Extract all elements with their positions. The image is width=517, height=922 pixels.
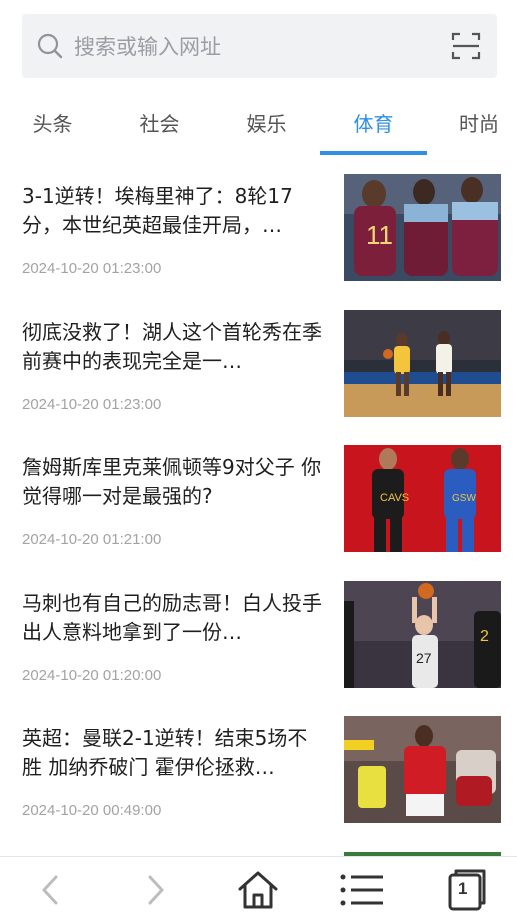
article-timestamp: 2024-10-20 01:23:00 (22, 396, 162, 413)
back-button[interactable] (28, 867, 74, 913)
article-title: 彻底没救了！湖人这个首轮秀在季前赛中的表现完全是一… (22, 320, 322, 373)
article-timestamp: 2024-10-20 01:23:00 (22, 260, 162, 277)
tab-sports[interactable]: 体育 (320, 108, 427, 137)
article-timestamp: 2024-10-20 01:21:00 (22, 531, 162, 548)
article-title: 3-1逆转！埃梅里神了：8轮17分，本世纪英超最佳开局，… (22, 184, 293, 237)
home-icon (238, 871, 278, 909)
forward-button[interactable] (132, 867, 178, 913)
list-item[interactable]: 英超：曼联2-1逆转！结束5场不胜 加纳乔破门 霍伊伦拯救… 2024-10-2… (0, 716, 517, 852)
svg-text:GSW: GSW (452, 493, 476, 504)
soccer-celebration-photo: 11 (344, 174, 501, 281)
forward-icon (148, 875, 164, 905)
list-item[interactable]: 马刺也有自己的励志哥！白人投手出人意料地拿到了一份… 2024-10-20 01… (0, 581, 517, 717)
news-feed-page: 搜索或输入网址 头条 社会 娱乐 体育 时尚 3-1逆转！埃梅里神了：8轮17分… (0, 0, 517, 922)
back-icon (42, 875, 58, 905)
article-timestamp: 2024-10-20 00:49:00 (22, 802, 162, 819)
scan-icon[interactable] (451, 31, 481, 61)
menu-button[interactable] (338, 867, 384, 913)
home-button[interactable] (235, 867, 281, 913)
list-item[interactable]: 3-1逆转！埃梅里神了：8轮17分，本世纪英超最佳开局，… 2024-10-20… (0, 174, 517, 310)
article-title: 詹姆斯库里克莱佩顿等9对父子 你觉得哪一对是最强的? (22, 455, 322, 508)
tab-society[interactable]: 社会 (106, 108, 213, 137)
tab-entertainment[interactable]: 娱乐 (213, 108, 320, 137)
basketball-game-photo (344, 310, 501, 417)
search-icon (37, 33, 63, 59)
tab-count: 1 (458, 879, 468, 898)
basketball-players-red-background-photo: CAVS GSW (344, 445, 501, 552)
tabs-button[interactable]: 1 (444, 867, 490, 913)
svg-text:11: 11 (366, 220, 393, 250)
search-bar[interactable]: 搜索或输入网址 (22, 14, 497, 78)
category-tabs: 头条 社会 娱乐 体育 时尚 (0, 96, 517, 156)
basketball-shooter-photo: 27 2 (344, 581, 501, 688)
svg-text:27: 27 (416, 650, 432, 666)
tab-fashion[interactable]: 时尚 (427, 108, 517, 137)
manchester-united-celebration-photo (344, 716, 501, 823)
menu-icon (340, 874, 383, 906)
article-timestamp: 2024-10-20 01:20:00 (22, 667, 162, 684)
list-item[interactable]: 詹姆斯库里克莱佩顿等9对父子 你觉得哪一对是最强的? 2024-10-20 01… (0, 445, 517, 581)
article-title: 英超：曼联2-1逆转！结束5场不胜 加纳乔破门 霍伊伦拯救… (22, 726, 308, 779)
svg-text:CAVS: CAVS (380, 492, 409, 504)
tab-headlines[interactable]: 头条 (0, 108, 106, 137)
svg-text:2: 2 (480, 628, 489, 645)
list-item[interactable]: 彻底没救了！湖人这个首轮秀在季前赛中的表现完全是一… 2024-10-20 01… (0, 310, 517, 446)
bottom-navigation-bar: 1 (0, 856, 517, 922)
active-tab-indicator (320, 151, 427, 155)
search-placeholder: 搜索或输入网址 (74, 35, 221, 59)
article-title: 马刺也有自己的励志哥！白人投手出人意料地拿到了一份… (22, 591, 322, 644)
